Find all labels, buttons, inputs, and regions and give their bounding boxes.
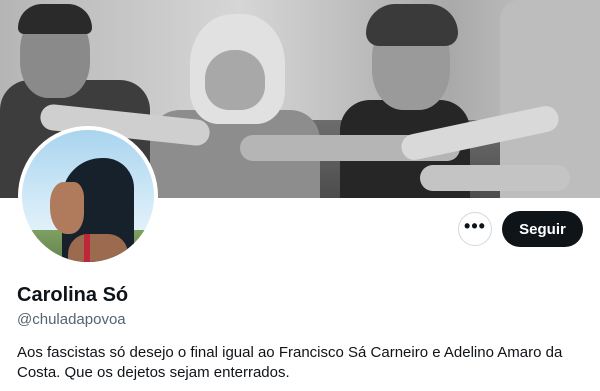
avatar-shoulder — [68, 234, 128, 262]
banner-arm-4 — [420, 165, 570, 191]
follow-button[interactable]: Seguir — [502, 211, 583, 247]
profile-avatar[interactable] — [18, 126, 158, 266]
banner-figure-left-hair — [18, 4, 92, 34]
profile-bio: Aos fascistas só desejo o final igual ao… — [17, 344, 563, 381]
banner-figure-center-face — [205, 50, 265, 110]
more-horizontal-icon: ••• — [464, 216, 486, 236]
banner-figure-right-hair — [366, 4, 458, 46]
profile-handle: @chuladapovoa — [17, 311, 126, 328]
profile-header: ••• Seguir Carolina Só @chuladapovoa Aos… — [0, 0, 600, 391]
profile-display-name: Carolina Só — [17, 284, 129, 306]
more-options-button[interactable]: ••• — [458, 212, 492, 246]
avatar-strap — [84, 234, 90, 262]
avatar-face — [50, 182, 84, 234]
